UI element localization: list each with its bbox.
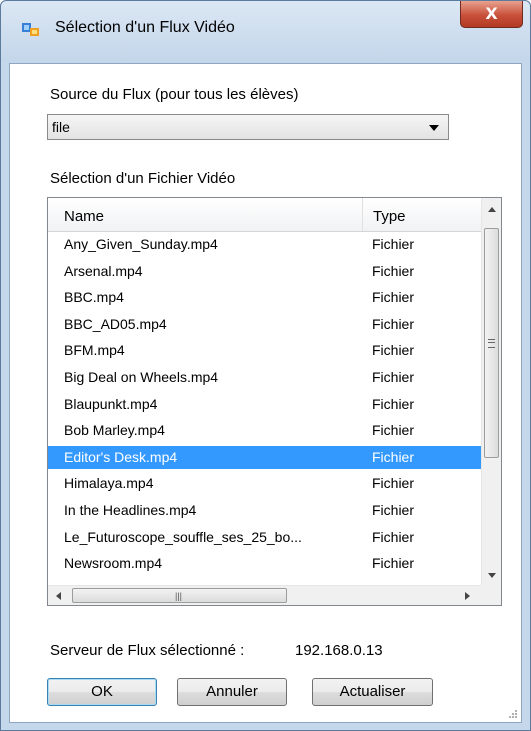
list-item[interactable]: BFM.mp4 Fichier: [48, 339, 481, 362]
source-dropdown-value: file: [52, 119, 70, 135]
close-button[interactable]: X: [460, 1, 523, 28]
list-item-name: BFM.mp4: [64, 342, 125, 359]
dialog-body: Source du Flux (pour tous les élèves) fi…: [9, 63, 522, 723]
list-item-type: Fichier: [372, 502, 415, 518]
chevron-down-icon: [429, 125, 439, 131]
window-title: Sélection d'un Flux Vidéo: [55, 19, 235, 36]
list-item-name: Le_Futuroscope_souffle_ses_25_bo...: [64, 528, 302, 545]
list-item-name: Himalaya.mp4: [64, 475, 154, 492]
resize-grip-icon[interactable]: [508, 709, 518, 719]
list-item[interactable]: Newsroom.mp4 Fichier: [48, 552, 481, 575]
list-item[interactable]: Editor's Desk.mp4 Fichier: [48, 445, 481, 469]
list-item-name: In the Headlines.mp4: [64, 502, 197, 518]
file-list[interactable]: Name Type Any_Given_Sunday.mp4 Fichier Ars…: [47, 197, 502, 606]
list-item[interactable]: Le_Futuroscope_souffle_ses_25_bo... Fichi…: [48, 526, 481, 549]
list-item-name: Bob Marley.mp4: [64, 422, 165, 439]
column-divider[interactable]: [362, 198, 363, 231]
scroll-right-icon[interactable]: [465, 592, 470, 600]
list-item-type: Fichier: [372, 342, 415, 359]
list-item-type: Fichier: [372, 448, 415, 465]
ok-button[interactable]: OK: [47, 678, 157, 706]
list-item-name: Any_Given_Sunday.mp4: [64, 236, 218, 252]
list-item[interactable]: BBC.mp4 Fichier: [48, 286, 481, 309]
list-item-type: Fichier: [372, 555, 415, 572]
list-item[interactable]: Big Deal on Wheels.mp4 Fichier: [48, 366, 481, 389]
list-item-name: Blaupunkt.mp4: [64, 395, 158, 412]
list-item[interactable]: In the Headlines.mp4 Fichier: [48, 499, 481, 522]
scroll-down-icon[interactable]: [488, 573, 496, 578]
list-item[interactable]: BBC_AD05.mp4 Fichier: [48, 313, 481, 336]
list-header: Name Type: [48, 198, 481, 232]
server-address: 192.168.0.13: [295, 642, 383, 659]
grip-icon: [488, 339, 495, 348]
list-item-name: Newsroom.mp4: [64, 555, 163, 572]
cancel-button[interactable]: Annuler: [177, 678, 287, 706]
vertical-scroll-thumb[interactable]: [484, 228, 499, 458]
list-item-name: Arsenal.mp4: [64, 262, 143, 279]
list-item-type: Fichier: [372, 395, 415, 412]
list-item-type: Fichier: [372, 289, 415, 306]
list-item[interactable]: Himalaya.mp4 Fichier: [48, 472, 481, 495]
scroll-up-icon[interactable]: [488, 207, 496, 212]
list-item-name: Editor's Desk.mp4: [64, 448, 178, 465]
list-item-type: Fichier: [372, 422, 415, 439]
grip-icon: |||: [175, 591, 183, 601]
title-bar[interactable]: Sélection d'un Flux Vidéo X: [1, 1, 530, 61]
list-item-name: Big Deal on Wheels.mp4: [64, 369, 219, 385]
app-icon: [22, 23, 39, 36]
horizontal-scrollbar[interactable]: |||: [48, 585, 481, 605]
column-header-type[interactable]: Type: [373, 208, 406, 225]
list-item-type: Fichier: [372, 528, 415, 545]
source-label: Source du Flux (pour tous les élèves): [50, 86, 299, 103]
file-list-label: Sélection d'un Fichier Vidéo: [50, 170, 236, 187]
list-item[interactable]: Blaupunkt.mp4 Fichier: [48, 393, 481, 416]
list-item-type: Fichier: [372, 369, 415, 385]
column-header-name[interactable]: Name: [64, 208, 104, 225]
refresh-button[interactable]: Actualiser: [312, 678, 433, 706]
source-dropdown[interactable]: file: [47, 114, 449, 140]
list-item-type: Fichier: [372, 262, 415, 279]
list-item-type: Fichier: [372, 315, 415, 332]
list-item[interactable]: Any_Given_Sunday.mp4 Fichier: [48, 233, 481, 256]
list-item[interactable]: Bob Marley.mp4 Fichier: [48, 419, 481, 442]
list-item-name: BBC.mp4: [64, 289, 124, 306]
dialog-window: Sélection d'un Flux Vidéo X Source du Fl…: [0, 0, 531, 731]
horizontal-scroll-thumb[interactable]: |||: [72, 588, 287, 603]
scroll-corner: [481, 585, 501, 605]
list-item-name: BBC_AD05.mp4: [64, 315, 167, 332]
vertical-scrollbar[interactable]: [481, 198, 501, 585]
server-label: Serveur de Flux sélectionné :: [50, 642, 245, 659]
list-item[interactable]: Arsenal.mp4 Fichier: [48, 260, 481, 283]
list-item-type: Fichier: [372, 475, 415, 492]
list-item-type: Fichier: [372, 236, 415, 252]
close-icon: X: [485, 4, 498, 23]
scroll-left-icon[interactable]: [56, 592, 61, 600]
